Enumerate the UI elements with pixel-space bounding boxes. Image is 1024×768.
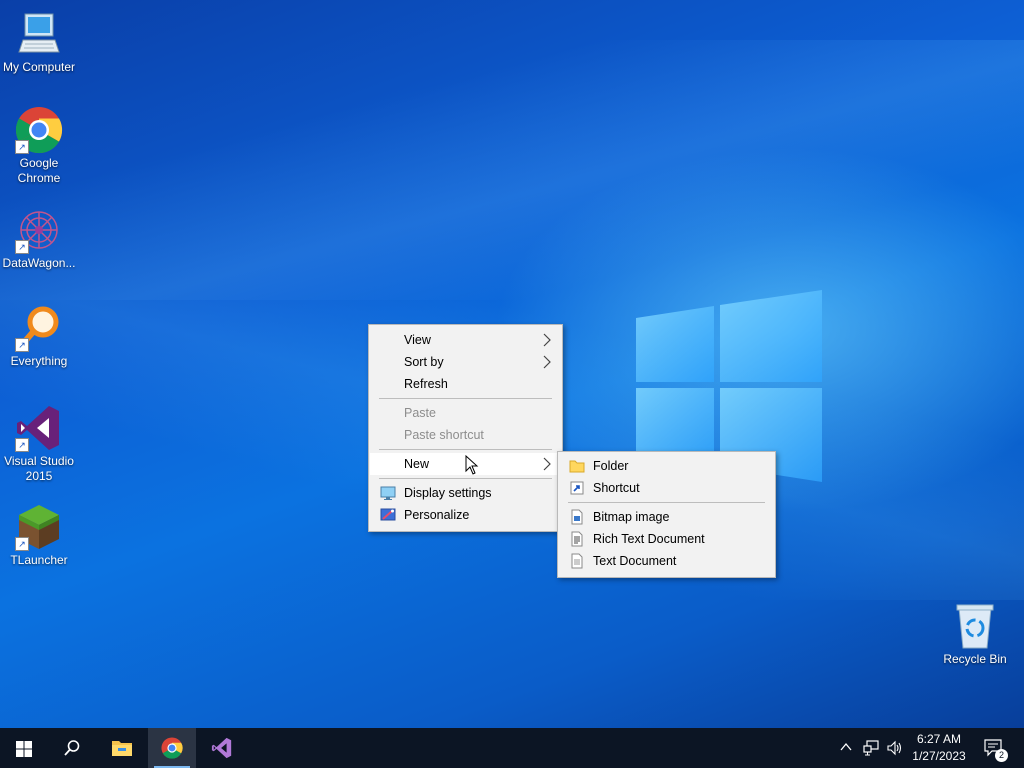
menu-item-paste[interactable]: Paste [370, 402, 561, 424]
menu-item-sort-by[interactable]: Sort by [370, 351, 561, 373]
menu-item-label: Paste [404, 406, 436, 420]
network-icon [863, 740, 879, 756]
taskbar-chrome[interactable] [148, 728, 196, 768]
clock-time: 6:27 AM [916, 732, 962, 746]
chevron-right-icon [543, 333, 551, 347]
menu-item-label: Sort by [404, 355, 444, 369]
shortcut-arrow-icon: ↗ [15, 338, 29, 352]
chevron-right-icon [543, 355, 551, 369]
submenu-item-text-document[interactable]: Text Document [559, 550, 774, 572]
volume-button[interactable] [884, 728, 906, 768]
desktop-context-menu: View Sort by Refresh Paste Paste shortcu… [368, 324, 563, 532]
notification-count-badge: 2 [995, 749, 1008, 762]
menu-item-label: Personalize [404, 508, 470, 522]
submenu-item-bitmap-image[interactable]: Bitmap image [559, 506, 774, 528]
submenu-item-label: Folder [593, 459, 629, 473]
shortcut-arrow-icon: ↗ [15, 537, 29, 551]
clock-date: 1/27/2023 [912, 749, 966, 763]
folder-icon [569, 460, 585, 473]
desktop[interactable]: My Computer ↗ Google Chrome ↗ DataWagon.… [0, 0, 1024, 728]
taskbar-visual-studio[interactable] [198, 728, 246, 768]
menu-separator [379, 478, 552, 479]
menu-item-refresh[interactable]: Refresh [370, 373, 561, 395]
submenu-item-label: Bitmap image [593, 510, 670, 524]
shortcut-arrow-icon: ↗ [15, 438, 29, 452]
taskbar: 6:27 AM 1/27/2023 2 [0, 728, 1024, 768]
desktop-icon-label: TLauncher [10, 553, 68, 567]
recycle-bin-icon [951, 602, 999, 650]
menu-item-label: Paste shortcut [404, 428, 484, 442]
submenu-item-folder[interactable]: Folder [559, 455, 774, 477]
desktop-icon-datawagon[interactable]: ↗ DataWagon... [0, 206, 78, 271]
desktop-icon-tlauncher[interactable]: ↗ TLauncher [0, 503, 78, 568]
shortcut-arrow-icon: ↗ [15, 240, 29, 254]
menu-item-label: New [404, 457, 430, 471]
start-button[interactable] [0, 728, 48, 768]
personalize-icon [380, 508, 396, 521]
speaker-icon [887, 740, 902, 756]
desktop-icon-label: DataWagon... [2, 256, 76, 270]
rich-text-document-icon [571, 531, 583, 547]
wallpaper-light-beam [0, 40, 1024, 300]
submenu-item-rich-text-document[interactable]: Rich Text Document [559, 528, 774, 550]
chrome-icon [161, 737, 183, 759]
menu-item-display-settings[interactable]: Display settings [370, 482, 561, 504]
submenu-item-label: Text Document [593, 554, 677, 568]
display-settings-icon [380, 486, 396, 500]
chevron-right-icon [543, 457, 551, 471]
shortcut-arrow-icon: ↗ [15, 140, 29, 154]
taskbar-file-explorer[interactable] [98, 728, 146, 768]
menu-item-paste-shortcut[interactable]: Paste shortcut [370, 424, 561, 446]
submenu-item-shortcut[interactable]: Shortcut [559, 477, 774, 499]
search-button[interactable] [48, 728, 96, 768]
computer-icon [15, 10, 63, 58]
tlauncher-icon: ↗ [15, 503, 63, 551]
menu-item-label: View [404, 333, 431, 347]
chevron-up-icon [840, 742, 852, 751]
new-submenu: Folder Shortcut Bitmap image Rich Text D… [557, 451, 776, 578]
desktop-icon-label: Recycle Bin [943, 652, 1007, 666]
visual-studio-icon [211, 737, 232, 759]
menu-item-personalize[interactable]: Personalize [370, 504, 561, 526]
shortcut-icon [570, 481, 584, 495]
desktop-icon-label: Everything [10, 354, 68, 368]
action-center-button[interactable]: 2 [978, 728, 1018, 768]
file-explorer-icon [112, 741, 132, 756]
mouse-cursor-icon [465, 455, 479, 475]
show-hidden-icons-button[interactable] [836, 728, 856, 768]
submenu-item-label: Shortcut [593, 481, 640, 495]
desktop-icon-label: Google Chrome [17, 156, 61, 185]
desktop-icon-label: Visual Studio 2015 [4, 454, 74, 483]
chrome-icon: ↗ [15, 106, 63, 154]
bitmap-image-icon [571, 509, 583, 525]
visual-studio-icon: ↗ [15, 404, 63, 452]
desktop-icon-visual-studio[interactable]: ↗ Visual Studio 2015 [0, 404, 78, 484]
menu-item-view[interactable]: View [370, 329, 561, 351]
menu-separator [379, 398, 552, 399]
text-document-icon [571, 553, 583, 569]
windows-start-icon [16, 741, 32, 757]
menu-separator [379, 449, 552, 450]
desktop-icon-label: My Computer [2, 60, 76, 74]
network-button[interactable] [860, 728, 882, 768]
search-icon [64, 740, 80, 756]
clock[interactable]: 6:27 AM 1/27/2023 [904, 728, 974, 768]
submenu-item-label: Rich Text Document [593, 532, 705, 546]
desktop-icon-everything[interactable]: ↗ Everything [0, 304, 78, 369]
menu-item-label: Display settings [404, 486, 492, 500]
desktop-icon-google-chrome[interactable]: ↗ Google Chrome [0, 106, 78, 186]
datawagon-icon: ↗ [15, 206, 63, 254]
everything-search-icon: ↗ [15, 304, 63, 352]
desktop-icon-my-computer[interactable]: My Computer [0, 10, 78, 75]
menu-item-label: Refresh [404, 377, 448, 391]
desktop-icon-recycle-bin[interactable]: Recycle Bin [936, 602, 1014, 667]
menu-separator [568, 502, 765, 503]
